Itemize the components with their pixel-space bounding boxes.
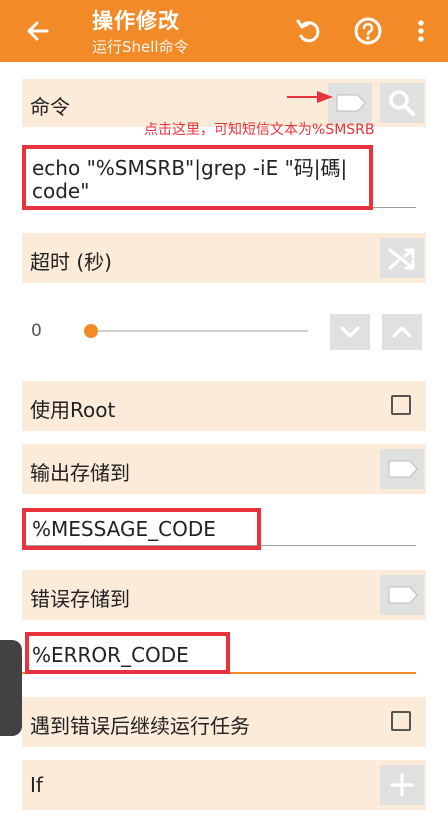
search-button[interactable] xyxy=(380,83,424,123)
shuffle-icon xyxy=(388,248,415,270)
error-store-label: 错误存储到 xyxy=(30,587,130,611)
use-root-checkbox[interactable] xyxy=(391,395,411,415)
plus-icon xyxy=(390,773,414,797)
error-variable-button[interactable] xyxy=(380,575,424,615)
chevron-down-icon xyxy=(340,326,360,338)
help-circle-icon[interactable] xyxy=(352,15,384,47)
chevron-up-icon xyxy=(392,326,412,338)
undo-icon[interactable] xyxy=(293,15,325,47)
if-row: If xyxy=(22,760,426,810)
add-condition-button[interactable] xyxy=(380,765,424,805)
arrow-left-icon[interactable] xyxy=(22,16,52,46)
continue-on-error-checkbox[interactable] xyxy=(391,711,411,731)
use-root-label: 使用Root xyxy=(30,398,116,422)
arrow-annotation-icon xyxy=(287,91,333,103)
increase-button[interactable] xyxy=(382,314,422,350)
decrease-button[interactable] xyxy=(330,314,370,350)
command-label: 命令 xyxy=(30,95,70,119)
shuffle-button[interactable] xyxy=(380,238,424,278)
tag-icon xyxy=(388,460,418,478)
timeout-value: 0 xyxy=(31,321,42,341)
timeout-label: 超时 (秒) xyxy=(30,250,112,274)
slider-track xyxy=(92,330,308,332)
continue-on-error-label: 遇到错误后继续运行任务 xyxy=(30,714,250,738)
output-highlight-box xyxy=(22,508,261,550)
continue-on-error-row[interactable]: 遇到错误后继续运行任务 xyxy=(22,697,426,747)
slider-thumb[interactable] xyxy=(84,324,98,338)
timeout-row: 超时 (秒) xyxy=(22,233,426,283)
side-drawer-handle[interactable] xyxy=(0,640,22,736)
app-bar: 操作修改 运行Shell命令 xyxy=(0,0,448,62)
error-store-row: 错误存储到 xyxy=(22,570,426,620)
output-store-row: 输出存储到 xyxy=(22,444,426,494)
output-variable-button[interactable] xyxy=(380,449,424,489)
command-highlight-box xyxy=(22,145,373,210)
use-root-row[interactable]: 使用Root xyxy=(22,381,426,431)
page-title: 操作修改 xyxy=(92,9,180,33)
error-highlight-box xyxy=(25,632,230,674)
output-store-label: 输出存储到 xyxy=(30,461,130,485)
if-label: If xyxy=(30,773,43,797)
page-subtitle: 运行Shell命令 xyxy=(92,38,189,56)
tag-icon xyxy=(388,586,418,604)
annotation-text: 点击这里，可知短信文本为%SMSRB xyxy=(144,122,375,138)
search-icon xyxy=(389,90,415,116)
timeout-slider[interactable] xyxy=(84,320,308,342)
more-vert-icon[interactable] xyxy=(405,15,437,47)
